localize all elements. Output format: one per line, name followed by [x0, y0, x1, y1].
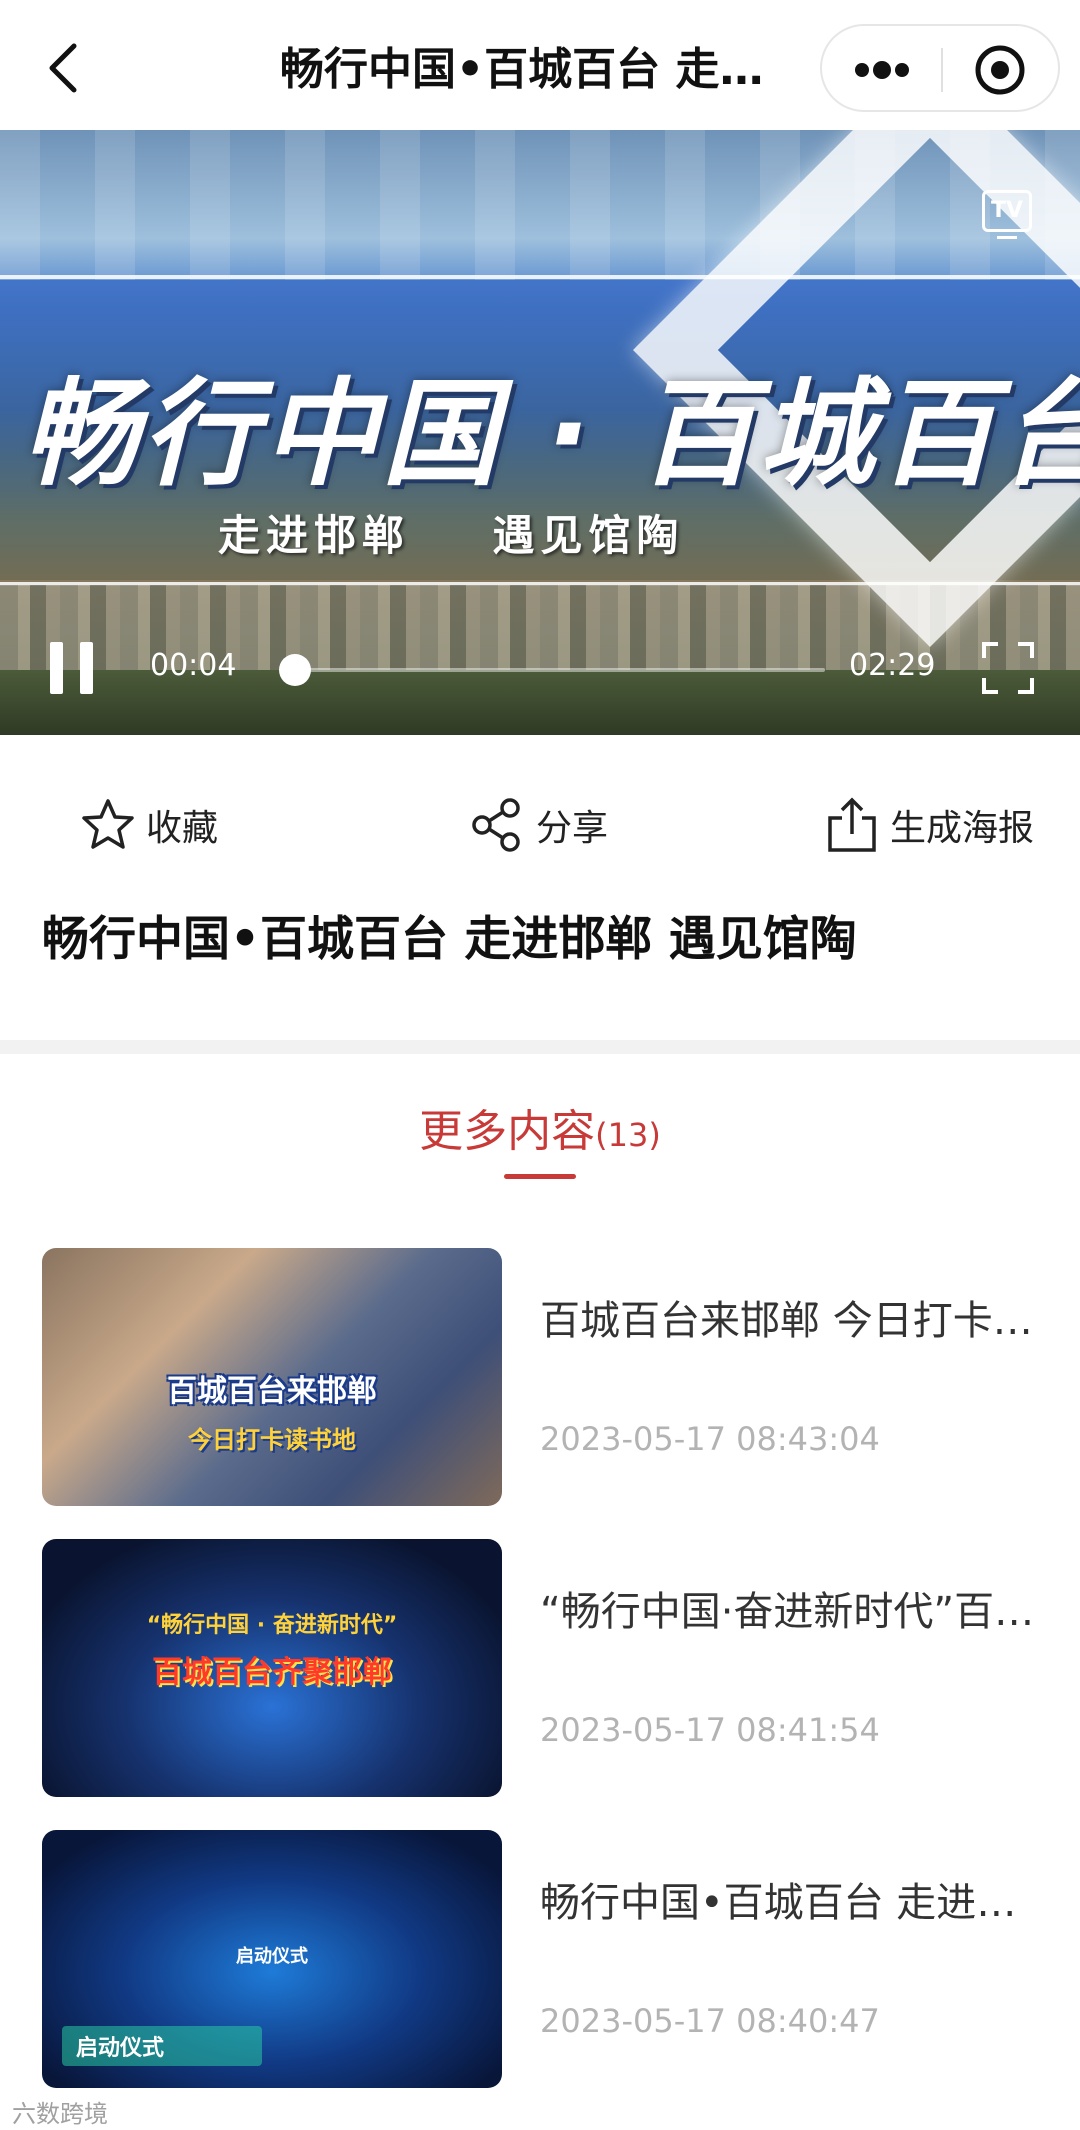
more-content-label: 更多内容 — [419, 1106, 596, 1157]
star-icon — [82, 799, 134, 849]
share-label: 分享 — [536, 808, 609, 849]
list-item[interactable]: “畅行中国 · 奋进新时代” 百城百台齐聚邯郸 “畅行中国·奋进新时代”百城百台… — [0, 1539, 1080, 1799]
share-icon — [472, 798, 520, 852]
item-title: “畅行中国·奋进新时代”百城百台齐聚邯郸 — [540, 1589, 1040, 1635]
navigation-bar: 畅行中国•百城百台 走进邯郸 遇见馆陶 — [0, 0, 1080, 130]
generate-poster-label: 生成海报 — [890, 808, 1035, 849]
section-divider — [0, 1040, 1080, 1054]
thumbnail-subcaption: 百城百台齐聚邯郸 — [152, 1655, 392, 1690]
progress-handle[interactable] — [278, 654, 311, 686]
list-item[interactable]: 百城百台来邯郸 今日打卡读书地 百城百台来邯郸 今日打卡读书地 2023-05-… — [0, 1248, 1080, 1508]
tv-cast-button[interactable]: TV — [982, 190, 1032, 239]
progress-bar[interactable] — [278, 654, 825, 686]
favorite-label: 收藏 — [146, 808, 219, 849]
target-close-icon — [975, 45, 1025, 95]
back-button[interactable] — [40, 38, 90, 98]
thumbnail-subcaption: 今日打卡读书地 — [188, 1426, 356, 1454]
fullscreen-button[interactable] — [982, 642, 1034, 694]
list-item[interactable]: 启动仪式 启动仪式 畅行中国•百城百台 走进邯郸启动仪式 2023-05-17 … — [0, 1830, 1080, 2090]
generate-poster-button[interactable]: 生成海报 — [824, 790, 1034, 860]
action-bar: 收藏 分享 生成海报 — [0, 735, 1080, 905]
share-button[interactable]: 分享 — [468, 790, 608, 860]
thumbnail-caption: 启动仪式 — [236, 1946, 308, 1967]
mini-program-capsule — [820, 24, 1060, 112]
more-button[interactable] — [842, 40, 922, 100]
pause-button[interactable] — [50, 642, 94, 694]
fullscreen-icon — [982, 642, 1034, 694]
tab-underline — [504, 1174, 576, 1179]
item-date: 2023-05-17 08:41:54 — [540, 1711, 880, 1749]
player-controls: 00:04 02:29 — [0, 630, 1080, 730]
video-banner-title: 畅行中国 · 百城百台 — [22, 367, 1080, 502]
favorite-button[interactable]: 收藏 — [80, 790, 218, 860]
pause-icon-bar — [80, 642, 93, 694]
watermark: 六数跨境 — [12, 2100, 108, 2128]
thumbnail-caption: “畅行中国 · 奋进新时代” — [146, 1613, 398, 1638]
export-icon — [828, 797, 876, 852]
video-thumbnail: 启动仪式 启动仪式 — [42, 1830, 502, 2088]
current-time: 00:04 — [150, 648, 237, 683]
close-mini-program-button[interactable] — [960, 40, 1040, 100]
chevron-left-icon — [49, 43, 77, 93]
video-banner-subtitle: 走进邯郸 遇见馆陶 — [218, 511, 685, 560]
item-title: 百城百台来邯郸 今日打卡读书地 — [540, 1298, 1040, 1344]
item-date: 2023-05-17 08:40:47 — [540, 2002, 880, 2040]
more-content-count: (13) — [595, 1116, 661, 1154]
item-title: 畅行中国•百城百台 走进邯郸启动仪式 — [540, 1880, 1040, 1926]
item-date: 2023-05-17 08:43:04 — [540, 1420, 880, 1458]
more-dots-icon — [855, 61, 909, 79]
video-title: 畅行中国•百城百台 走进邯郸 遇见馆陶 — [42, 912, 857, 967]
thumbnail-caption: 百城百台来邯郸 — [167, 1374, 377, 1409]
thumbnail-subcaption: 启动仪式 — [62, 2026, 262, 2066]
more-content-tab[interactable]: 更多内容(13) — [0, 1095, 1080, 1159]
video-player[interactable]: 畅行中国 · 百城百台 走进邯郸 遇见馆陶 TV 00:04 02:29 — [0, 130, 1080, 735]
pause-icon — [50, 642, 63, 694]
video-thumbnail: “畅行中国 · 奋进新时代” 百城百台齐聚邯郸 — [42, 1539, 502, 1797]
page-title: 畅行中国•百城百台 走进邯郸 遇见馆陶 — [280, 44, 800, 95]
total-time: 02:29 — [849, 648, 936, 683]
capsule-divider — [941, 48, 943, 92]
video-thumbnail: 百城百台来邯郸 今日打卡读书地 — [42, 1248, 502, 1506]
